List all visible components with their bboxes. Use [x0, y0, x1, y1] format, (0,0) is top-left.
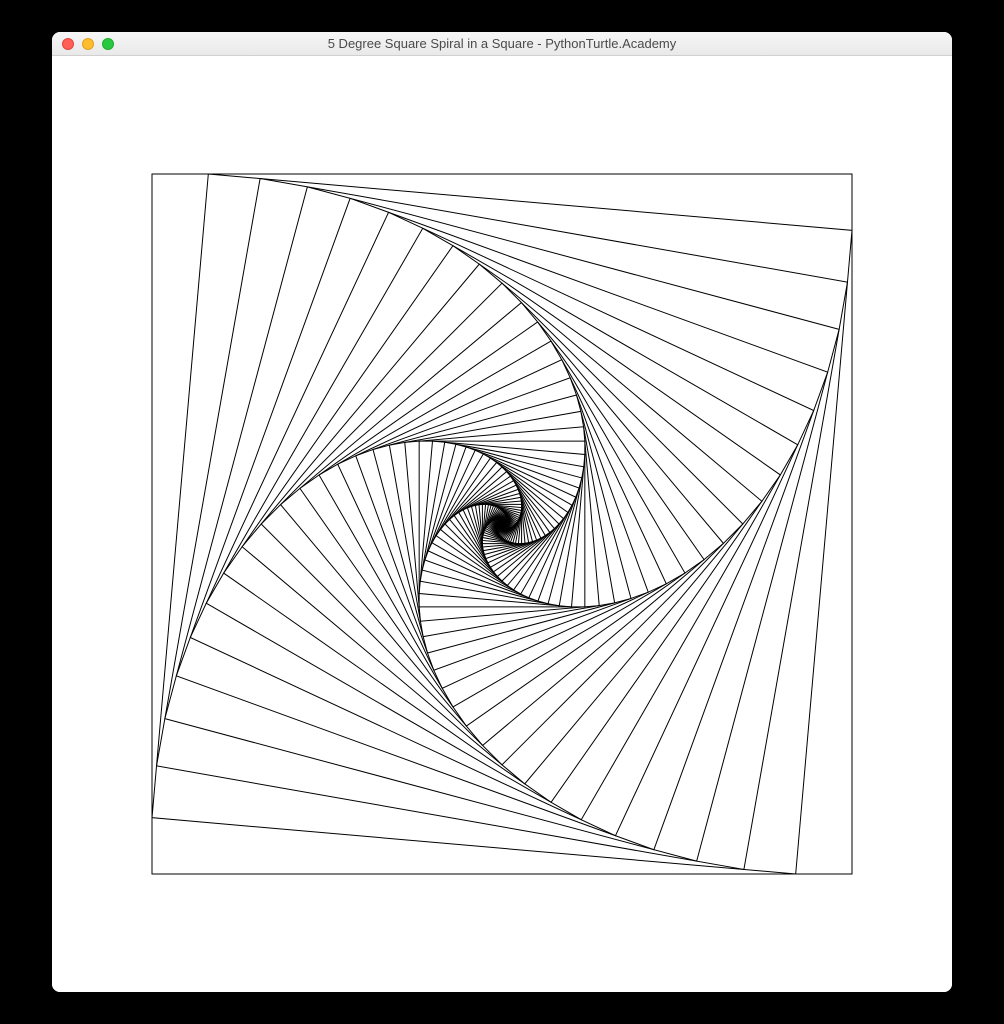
app-window: 5 Degree Square Spiral in a Square - Pyt… [52, 32, 952, 992]
titlebar[interactable]: 5 Degree Square Spiral in a Square - Pyt… [52, 32, 952, 56]
traffic-lights [52, 38, 114, 50]
minimize-icon[interactable] [82, 38, 94, 50]
spiral-drawing [52, 56, 952, 992]
turtle-canvas [52, 56, 952, 992]
zoom-icon[interactable] [102, 38, 114, 50]
close-icon[interactable] [62, 38, 74, 50]
window-title: 5 Degree Square Spiral in a Square - Pyt… [52, 36, 952, 51]
